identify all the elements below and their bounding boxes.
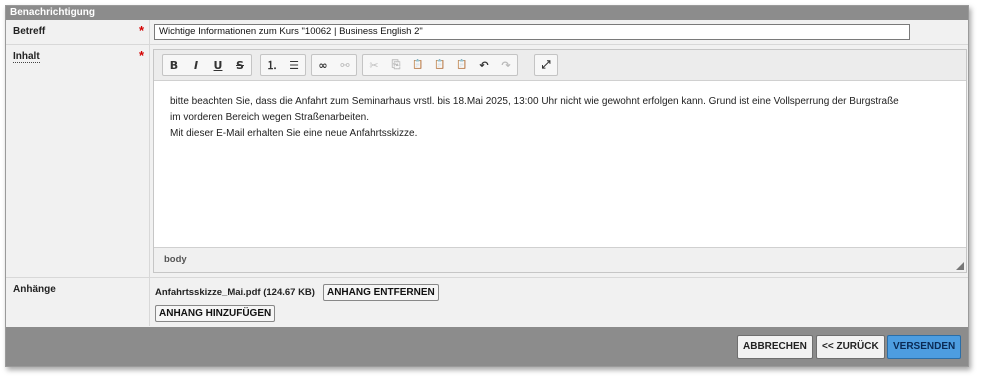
underline-button[interactable]: U (207, 55, 229, 75)
subject-label: Betreff (13, 26, 46, 37)
editor-body[interactable]: bitte beachten Sie, dass die Anfahrt zum… (154, 81, 966, 259)
strikethrough-button[interactable]: S (229, 55, 251, 75)
paste-text-icon[interactable]: 📋 (429, 55, 451, 75)
bold-button[interactable]: B (163, 55, 185, 75)
rich-text-editor: B I U S ⒈ ☰ ∞ ⚯ ✂ ⎘ 📋 📋 📋 ↶ ↷ ⤢ bitte be… (153, 49, 967, 273)
subject-row: Betreff * Wichtige Informationen zum Kur… (6, 20, 968, 45)
back-button[interactable]: << ZURÜCK (816, 335, 885, 359)
format-group: B I U S (162, 54, 252, 76)
paste-word-icon[interactable]: 📋 (451, 55, 473, 75)
body-line: im vorderen Bereich wegen Straßenarbeite… (170, 112, 369, 123)
maximize-icon[interactable]: ⤢ (535, 55, 557, 75)
element-path[interactable]: body (164, 254, 187, 265)
content-label: Inhalt (13, 51, 40, 63)
paste-icon[interactable]: 📋 (407, 55, 429, 75)
editor-statusbar: body (154, 247, 966, 272)
italic-button[interactable]: I (185, 55, 207, 75)
attachment-file: Anfahrtsskizze_Mai.pdf (124.67 KB) (155, 287, 315, 298)
cancel-button[interactable]: ABBRECHEN (737, 335, 813, 359)
remove-attachment-button[interactable]: ANHANG ENTFERNEN (322, 284, 439, 301)
editor-toolbar: B I U S ⒈ ☰ ∞ ⚯ ✂ ⎘ 📋 📋 📋 ↶ ↷ ⤢ (154, 50, 966, 81)
subject-input[interactable]: Wichtige Informationen zum Kurs "10062 |… (154, 24, 910, 40)
notification-dialog: Benachrichtigung Betreff * Wichtige Info… (5, 5, 969, 367)
copy-icon[interactable]: ⎘ (385, 55, 407, 75)
clipboard-group: ✂ ⎘ 📋 📋 📋 ↶ ↷ (362, 54, 518, 76)
link-icon[interactable]: ∞ (312, 55, 334, 75)
unlink-icon[interactable]: ⚯ (334, 55, 356, 75)
add-attachment-button[interactable]: ANHANG HINZUFÜGEN (155, 305, 276, 322)
redo-icon[interactable]: ↷ (495, 55, 517, 75)
dialog-footer: ABBRECHEN << ZURÜCK VERSENDEN (6, 327, 968, 366)
dialog-title: Benachrichtigung (6, 6, 968, 20)
list-group: ⒈ ☰ (260, 54, 306, 76)
body-line: bitte beachten Sie, dass die Anfahrt zum… (170, 96, 899, 107)
numbered-list-icon[interactable]: ⒈ (261, 55, 283, 75)
bulleted-list-icon[interactable]: ☰ (283, 55, 305, 75)
body-line: Mit dieser E-Mail erhalten Sie eine neue… (170, 128, 418, 139)
cut-icon[interactable]: ✂ (363, 55, 385, 75)
view-group: ⤢ (534, 54, 558, 76)
required-marker: * (138, 23, 144, 38)
content-row: Inhalt * B I U S ⒈ ☰ ∞ ⚯ ✂ ⎘ 📋 📋 📋 ↶ ↷ ⤢… (6, 45, 968, 278)
attachments-row: Anhänge Anfahrtsskizze_Mai.pdf (124.67 K… (6, 278, 968, 326)
undo-icon[interactable]: ↶ (473, 55, 495, 75)
resize-handle-icon[interactable] (956, 262, 964, 270)
send-button[interactable]: VERSENDEN (887, 335, 962, 359)
required-marker: * (138, 48, 144, 63)
link-group: ∞ ⚯ (311, 54, 357, 76)
attachments-label: Anhänge (13, 284, 56, 295)
